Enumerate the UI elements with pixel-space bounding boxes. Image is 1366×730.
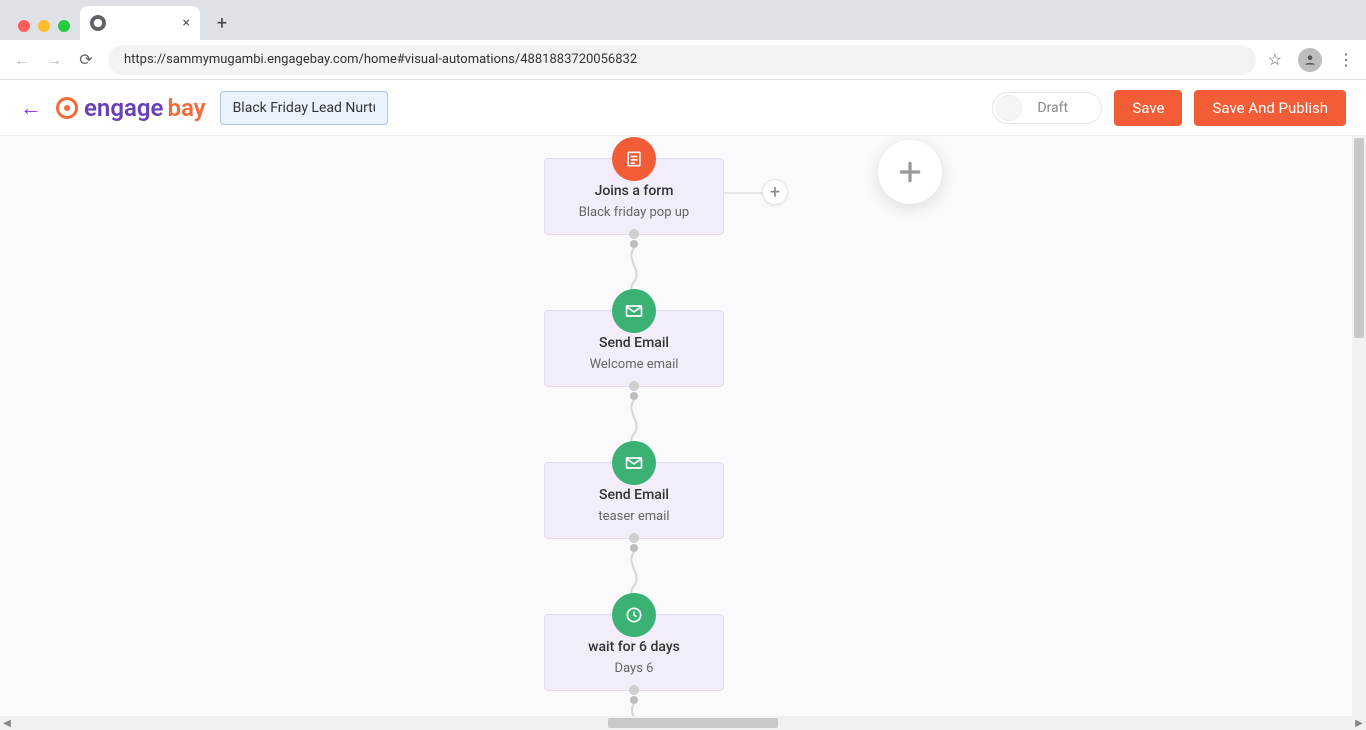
- window-controls: [10, 20, 80, 40]
- bookmark-star-icon[interactable]: ☆: [1268, 50, 1282, 69]
- save-publish-button[interactable]: Save And Publish: [1194, 90, 1346, 126]
- window-maximize[interactable]: [58, 20, 70, 32]
- app-back-icon[interactable]: ←: [20, 95, 42, 121]
- scroll-right-icon[interactable]: ▶: [1352, 716, 1366, 730]
- tab-favicon: [90, 15, 106, 31]
- url-input[interactable]: [124, 52, 1240, 67]
- node-send-email-teaser[interactable]: Send Email teaser email: [544, 462, 724, 539]
- app-logo[interactable]: engagebay: [56, 94, 206, 122]
- node-subtitle: Black friday pop up: [555, 205, 713, 220]
- address-bar: ← → ⟳ ☆ ⋮: [0, 40, 1366, 80]
- app-header: ← engagebay Draft Save Save And Publish: [0, 80, 1366, 136]
- toggle-knob: [996, 95, 1022, 121]
- vertical-scrollbar[interactable]: [1352, 136, 1366, 716]
- node-title: Joins a form: [555, 183, 713, 199]
- toggle-label: Draft: [1037, 100, 1068, 116]
- node-subtitle: teaser email: [555, 509, 713, 524]
- node-title: Send Email: [555, 487, 713, 503]
- branch-line: [724, 192, 764, 194]
- nav-reload-icon[interactable]: ⟳: [76, 50, 96, 69]
- automation-canvas[interactable]: Joins a form Black friday pop up + Send …: [0, 136, 1366, 730]
- logo-target-icon: [56, 97, 78, 119]
- node-subtitle: Days 6: [555, 661, 713, 676]
- add-trigger-button[interactable]: [878, 140, 942, 204]
- horizontal-scrollbar[interactable]: ◀ ▶: [0, 716, 1366, 730]
- output-port[interactable]: [629, 381, 639, 391]
- email-icon: [612, 289, 656, 333]
- profile-avatar-icon[interactable]: [1298, 48, 1322, 72]
- window-minimize[interactable]: [38, 20, 50, 32]
- automation-name-input[interactable]: [220, 91, 388, 125]
- tab-close-icon[interactable]: ×: [183, 15, 190, 31]
- output-port[interactable]: [629, 229, 639, 239]
- node-trigger-form[interactable]: Joins a form Black friday pop up: [544, 158, 724, 235]
- node-subtitle: Welcome email: [555, 357, 713, 372]
- node-send-email-welcome[interactable]: Send Email Welcome email: [544, 310, 724, 387]
- save-button[interactable]: Save: [1114, 90, 1182, 126]
- scroll-thumb[interactable]: [1354, 138, 1364, 338]
- output-port[interactable]: [629, 685, 639, 695]
- clock-icon: [612, 593, 656, 637]
- browser-tab[interactable]: ×: [80, 6, 200, 40]
- nav-forward-icon[interactable]: →: [44, 50, 64, 70]
- logo-text-1: engage: [84, 94, 163, 122]
- logo-text-2: bay: [167, 94, 205, 122]
- scroll-thumb[interactable]: [608, 718, 778, 728]
- node-wait[interactable]: wait for 6 days Days 6: [544, 614, 724, 691]
- kebab-menu-icon[interactable]: ⋮: [1338, 50, 1354, 69]
- node-title: wait for 6 days: [555, 639, 713, 655]
- header-right: Draft Save Save And Publish: [992, 90, 1346, 126]
- email-icon: [612, 441, 656, 485]
- browser-chrome: × + ← → ⟳ ☆ ⋮: [0, 0, 1366, 80]
- tab-bar: × +: [0, 0, 1366, 40]
- scroll-left-icon[interactable]: ◀: [0, 716, 14, 730]
- url-box[interactable]: [108, 45, 1256, 75]
- nav-back-icon[interactable]: ←: [12, 50, 32, 70]
- add-branch-button[interactable]: +: [762, 179, 788, 205]
- new-tab-button[interactable]: +: [208, 9, 236, 37]
- status-toggle[interactable]: Draft: [992, 92, 1102, 124]
- output-port[interactable]: [629, 533, 639, 543]
- node-title: Send Email: [555, 335, 713, 351]
- window-close[interactable]: [18, 20, 30, 32]
- form-icon: [612, 137, 656, 181]
- address-bar-right: ☆ ⋮: [1268, 48, 1354, 72]
